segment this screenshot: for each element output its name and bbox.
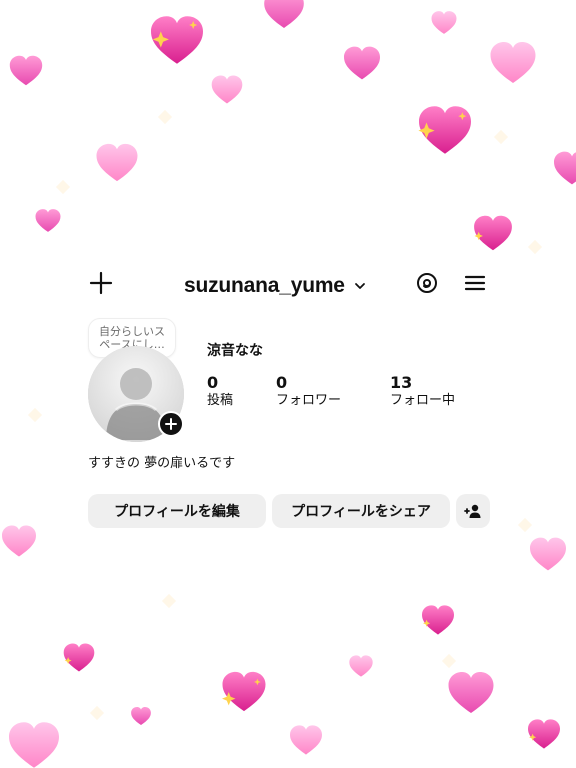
menu-button[interactable] xyxy=(460,268,490,298)
sparkle-dot xyxy=(493,129,509,145)
heart-decoration xyxy=(131,706,151,726)
sparkle-dot xyxy=(89,705,105,721)
display-name: 涼音なな xyxy=(207,343,263,359)
heart-decoration xyxy=(474,215,512,251)
profile-stats: 0 投稿 0 フォロワー 13 フォロー中 xyxy=(207,374,507,414)
sparkle-dot xyxy=(161,593,177,609)
stat-label: フォロー中 xyxy=(390,393,456,408)
username: suzunana_yume xyxy=(184,274,345,297)
sparkle-dot xyxy=(55,179,71,195)
stat-label: 投稿 xyxy=(207,393,234,408)
heart-decoration xyxy=(35,209,61,232)
heart-decoration xyxy=(290,725,322,755)
heart-decoration xyxy=(264,0,304,29)
stat-value: 13 xyxy=(390,373,413,392)
share-profile-button[interactable]: プロフィールをシェア xyxy=(272,494,450,528)
sparkle-dot xyxy=(527,239,543,255)
sparkle-dot xyxy=(441,653,457,669)
bio-text: すすきの 夢の扉いるです xyxy=(88,456,236,471)
stat-posts[interactable]: 0 投稿 xyxy=(207,374,233,410)
sparkle-dot xyxy=(517,517,533,533)
new-post-button[interactable] xyxy=(86,268,116,298)
stat-label: フォロワー xyxy=(276,393,342,408)
stat-value: 0 xyxy=(207,373,219,392)
account-switcher[interactable]: suzunana_yume xyxy=(184,271,367,301)
heart-decoration xyxy=(422,605,454,635)
heart-decoration xyxy=(222,671,266,712)
plus-icon xyxy=(89,271,113,295)
share-profile-label: プロフィールをシェア xyxy=(291,504,431,520)
discover-people-button[interactable] xyxy=(456,494,490,528)
profile-top-bar: suzunana_yume xyxy=(86,268,490,304)
add-story-button[interactable] xyxy=(158,411,184,437)
heart-decoration xyxy=(63,643,95,672)
stat-followers[interactable]: 0 フォロワー xyxy=(276,374,341,410)
sparkle-dot xyxy=(27,407,43,423)
heart-decoration xyxy=(431,11,457,34)
heart-decoration xyxy=(9,722,59,768)
heart-decoration xyxy=(530,537,566,571)
add-person-icon xyxy=(464,504,481,518)
heart-decoration xyxy=(418,106,471,154)
heart-decoration xyxy=(2,525,36,557)
heart-decoration xyxy=(448,672,494,713)
sparkle-dot xyxy=(157,109,173,125)
edit-profile-label: プロフィールを編集 xyxy=(114,504,240,520)
heart-decoration xyxy=(554,151,576,185)
profile-actions: プロフィールを編集 プロフィールをシェア xyxy=(88,494,492,532)
heart-decoration xyxy=(344,46,380,80)
stat-following[interactable]: 13 フォロー中 xyxy=(390,374,455,410)
plus-icon xyxy=(165,418,177,430)
heart-decoration xyxy=(151,16,203,64)
threads-icon xyxy=(417,273,437,293)
stat-value: 0 xyxy=(276,373,288,392)
heart-decoration xyxy=(96,143,138,182)
heart-decoration xyxy=(490,42,536,83)
heart-decoration xyxy=(349,655,373,677)
menu-icon xyxy=(464,275,486,291)
edit-profile-button[interactable]: プロフィールを編集 xyxy=(88,494,266,528)
heart-decoration xyxy=(9,55,43,86)
chevron-down-icon xyxy=(354,283,365,289)
heart-decoration xyxy=(528,719,560,749)
heart-decoration xyxy=(211,75,243,104)
threads-button[interactable] xyxy=(412,268,442,298)
